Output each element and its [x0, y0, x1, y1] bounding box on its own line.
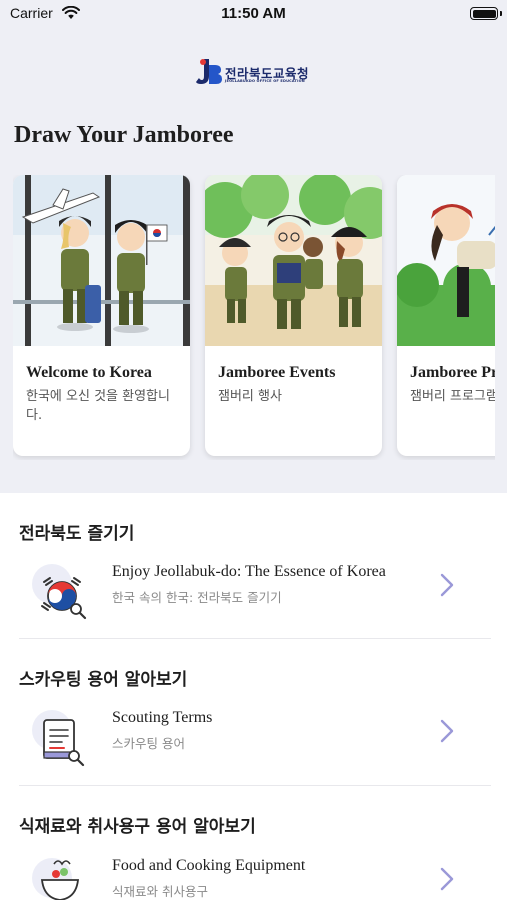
section-title: Draw Your Jamboree [14, 122, 234, 148]
chevron-right-icon[interactable] [438, 571, 456, 599]
logo: 전라북도교육청 JEOLLABUKDO OFFICE OF EDUCATION [195, 57, 315, 87]
list-item-title: Food and Cooking Equipment [112, 857, 306, 874]
card-carousel[interactable]: Welcome to Korea 한국에 오신 것을 환영합니다. Jambor… [13, 175, 495, 460]
status-bar: Carrier 11:50 AM [0, 0, 507, 30]
list-item-scouting[interactable]: Scouting Terms 스카우팅 용어 [0, 701, 507, 773]
document-search-icon [32, 710, 85, 767]
korea-flag-search-icon [32, 564, 87, 620]
card-subtitle: 한국에 오신 것을 환영합니다. [26, 389, 170, 423]
battery-icon [470, 7, 502, 20]
card-image-programs [397, 175, 495, 346]
divider [19, 638, 491, 639]
clock: 11:50 AM [221, 5, 286, 22]
chevron-right-icon[interactable] [438, 717, 456, 745]
card-welcome[interactable]: Welcome to Korea 한국에 오신 것을 환영합니다. [13, 175, 190, 456]
card-title: Welcome to Korea [26, 364, 152, 381]
card-subtitle: 잼버리 행사 [218, 389, 282, 404]
list-item-jeollabuk[interactable]: Enjoy Jeollabuk-do: The Essence of Korea… [0, 555, 507, 627]
card-image-events [205, 175, 382, 346]
section-header-food: 식재료와 취사용구 용어 알아보기 [19, 817, 256, 837]
card-image-welcome [13, 175, 190, 346]
section-header-jeollabuk: 전라북도 즐기기 [19, 524, 135, 544]
list-item-subtitle: 스카우팅 용어 [112, 736, 185, 751]
list-item-subtitle: 한국 속의 한국: 전라북도 즐기기 [112, 590, 282, 605]
card-subtitle: 잼버리 프로그램 [410, 389, 495, 404]
card-events[interactable]: Jamboree Events 잼버리 행사 [205, 175, 382, 456]
card-title: Jamboree Events [218, 364, 336, 381]
card-title: Jamboree Programs [410, 364, 495, 381]
chevron-right-icon[interactable] [438, 865, 456, 893]
list-item-title: Scouting Terms [112, 709, 213, 726]
list-item-subtitle: 식재료와 취사용구 [112, 884, 208, 899]
list-item-title: Enjoy Jeollabuk-do: The Essence of Korea [112, 563, 386, 580]
list-item-food[interactable]: Food and Cooking Equipment 식재료와 취사용구 [0, 849, 507, 900]
logo-subtext: JEOLLABUKDO OFFICE OF EDUCATION [225, 79, 305, 83]
card-programs[interactable]: Jamboree Programs 잼버리 프로그램 [397, 175, 495, 456]
section-header-scouting: 스카우팅 용어 알아보기 [19, 670, 188, 690]
logo-mark-icon [196, 59, 222, 84]
divider [19, 785, 491, 786]
food-bowl-search-icon [32, 858, 80, 900]
